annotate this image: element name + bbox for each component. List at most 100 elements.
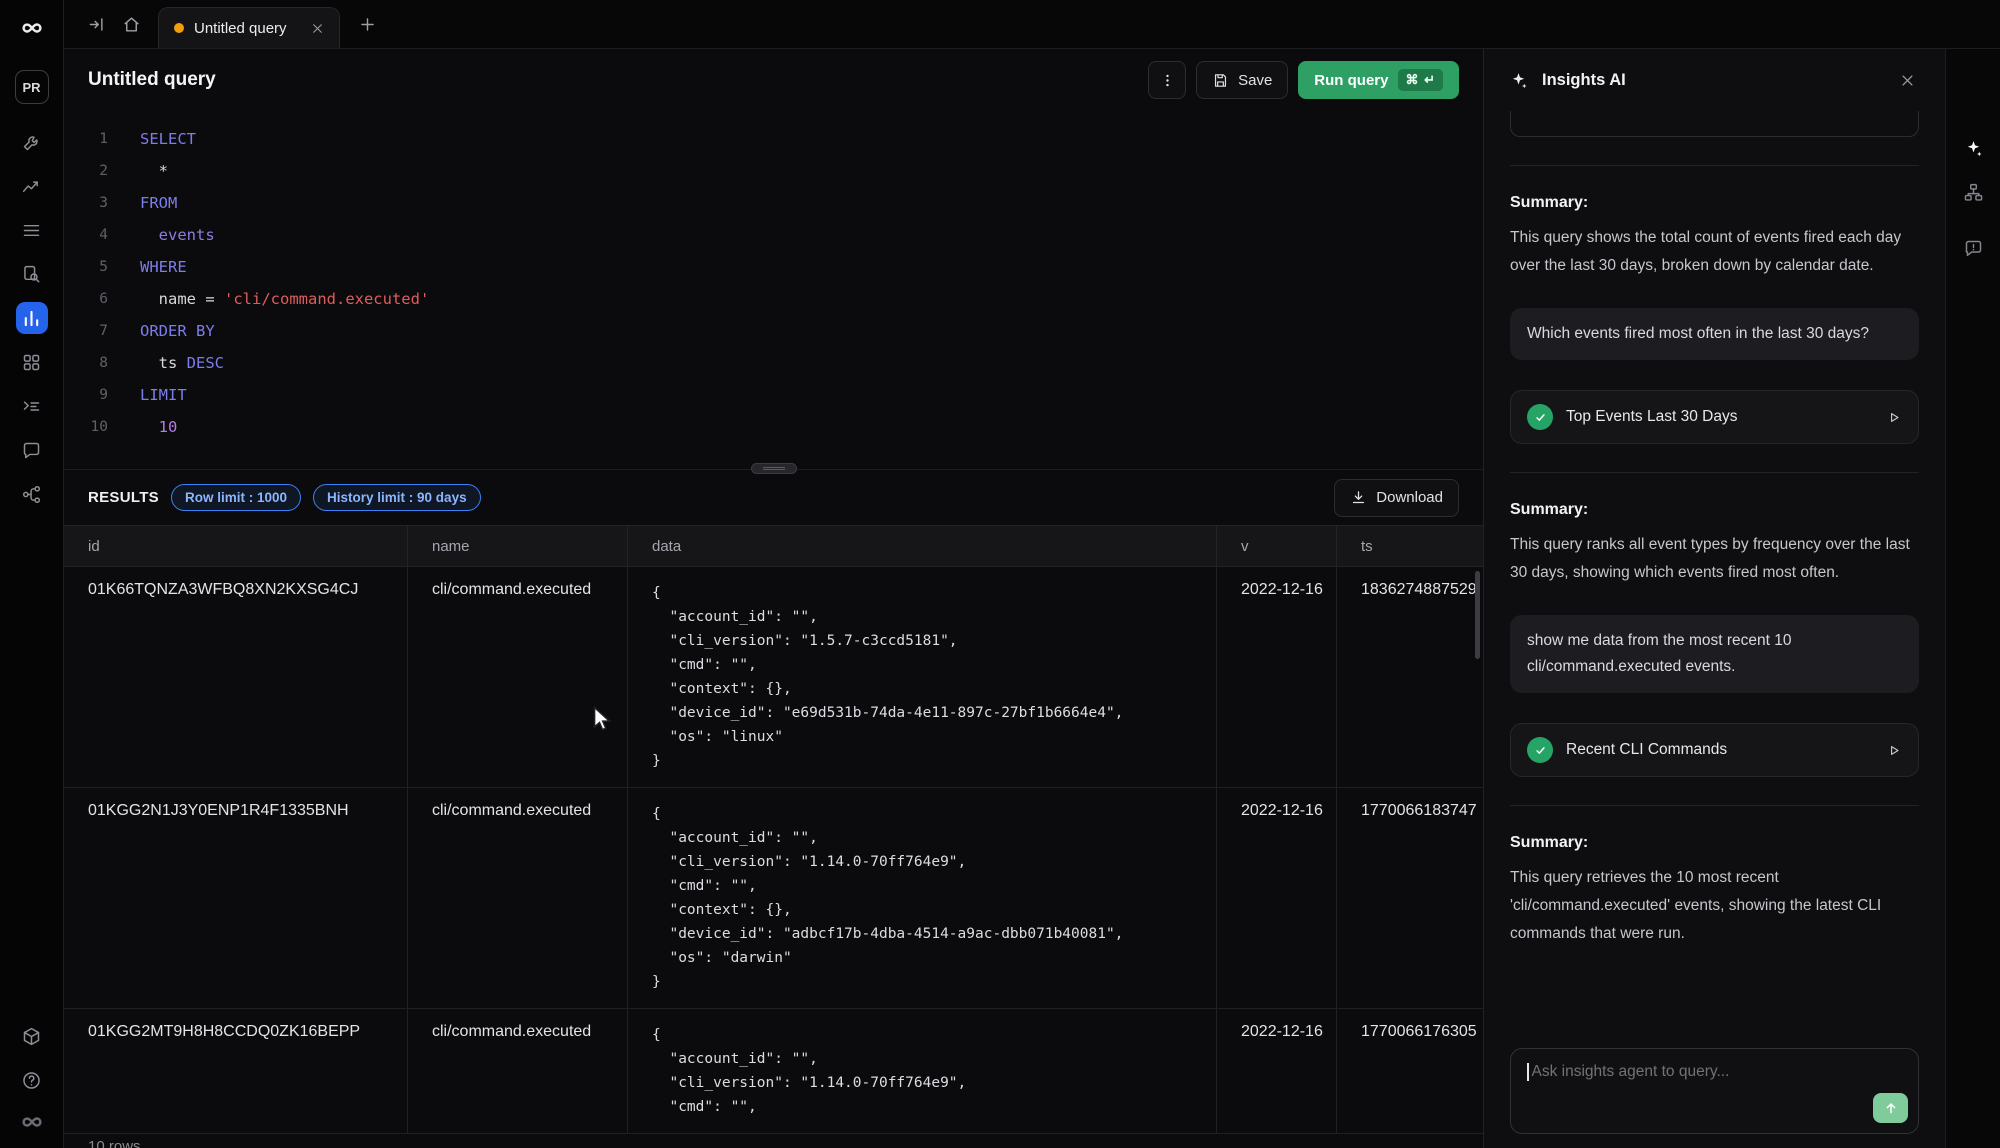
new-tab-icon[interactable] [350, 7, 384, 41]
more-options-button[interactable] [1148, 61, 1186, 99]
grid-icon[interactable] [16, 346, 48, 378]
code-line: 4 events [64, 219, 1483, 251]
tab-close-icon[interactable] [307, 18, 327, 38]
cell-name: cli/command.executed [408, 567, 628, 787]
table-row[interactable]: 01KGG2N1J3Y0ENP1R4F1335BNHcli/command.ex… [64, 788, 1483, 1009]
query-header: Untitled query Save Run query ⌘ ↵ [64, 49, 1483, 111]
workspace-badge[interactable]: PR [15, 70, 49, 104]
code-text: WHERE [108, 258, 187, 276]
footer-logo-icon [15, 1106, 49, 1138]
row-count: 10 rows [88, 1138, 141, 1148]
cell-data: { "account_id": "", "cli_version": "1.14… [628, 1009, 1217, 1133]
close-panel-icon[interactable] [1893, 66, 1921, 94]
column-header-id[interactable]: id [64, 526, 408, 566]
summary-text: This query retrieves the 10 most recent … [1510, 864, 1919, 948]
results-label: RESULTS [88, 489, 159, 506]
code-text: events [108, 226, 215, 244]
line-number: 8 [64, 355, 108, 371]
column-header-name[interactable]: name [408, 526, 628, 566]
code-line: 8 ts DESC [64, 347, 1483, 379]
line-number: 3 [64, 195, 108, 211]
save-icon [1212, 72, 1229, 89]
row-limit-badge[interactable]: Row limit : 1000 [171, 484, 301, 511]
help-icon[interactable] [16, 1064, 48, 1096]
section-divider [1510, 805, 1919, 806]
file-search-icon[interactable] [16, 258, 48, 290]
workflow-icon[interactable] [16, 478, 48, 510]
input-placeholder: Ask insights agent to query... [1532, 1063, 1730, 1080]
query-result-card[interactable]: Top Events Last 30 Days [1510, 390, 1919, 444]
play-icon[interactable] [1885, 409, 1902, 426]
resize-handle[interactable] [751, 463, 797, 474]
insights-header: Insights AI [1484, 49, 1945, 111]
table-row[interactable]: 01KGG2MT9H8H8CCDQ0ZK16BEPPcli/command.ex… [64, 1009, 1483, 1134]
line-number: 9 [64, 387, 108, 403]
section-divider [1510, 165, 1919, 166]
cell-v: 2022-12-16 [1217, 788, 1337, 1008]
card-label: Top Events Last 30 Days [1566, 408, 1737, 426]
cell-ts: 1770066176305 [1337, 1009, 1483, 1133]
tool-icon[interactable] [16, 126, 48, 158]
save-button[interactable]: Save [1196, 61, 1288, 99]
code-line: 9LIMIT [64, 379, 1483, 411]
trend-icon[interactable] [16, 170, 48, 202]
query-result-card[interactable]: Recent CLI Commands [1510, 723, 1919, 777]
tree-icon[interactable] [1958, 177, 1988, 207]
history-limit-badge[interactable]: History limit : 90 days [313, 484, 481, 511]
summary-heading: Summary: [1510, 194, 1919, 212]
user-message: show me data from the most recent 10 cli… [1510, 615, 1919, 693]
code-line: 7ORDER BY [64, 315, 1483, 347]
cell-ts: 1770066183747 [1337, 788, 1483, 1008]
message-alert-icon[interactable] [1958, 233, 1988, 263]
right-icon-strip [1945, 49, 2000, 1148]
download-button[interactable]: Download [1334, 479, 1459, 517]
insights-input[interactable]: Ask insights agent to query... [1510, 1048, 1919, 1134]
insights-title: Insights AI [1542, 71, 1626, 90]
summary-heading: Summary: [1510, 501, 1919, 519]
chat-icon[interactable] [16, 434, 48, 466]
code-text: * [108, 162, 168, 180]
toggle-sidebar-icon[interactable] [80, 7, 114, 41]
sql-editor[interactable]: 1SELECT2 *3FROM4 events5WHERE6 name = 'c… [64, 111, 1483, 469]
user-message: Which events fired most often in the las… [1510, 308, 1919, 360]
terminal-icon[interactable] [16, 390, 48, 422]
line-number: 4 [64, 227, 108, 243]
cell-data: { "account_id": "", "cli_version": "1.5.… [628, 567, 1217, 787]
code-text: LIMIT [108, 386, 187, 404]
play-icon[interactable] [1885, 742, 1902, 759]
sparkles-icon[interactable] [1958, 133, 1988, 163]
code-line: 1SELECT [64, 123, 1483, 155]
run-query-button[interactable]: Run query ⌘ ↵ [1298, 61, 1459, 99]
cell-id: 01K66TQNZA3WFBQ8XN2KXSG4CJ [64, 567, 408, 787]
rows-icon[interactable] [16, 214, 48, 246]
tab-bar: Untitled query [64, 0, 2000, 49]
code-line: 3FROM [64, 187, 1483, 219]
cell-name: cli/command.executed [408, 1009, 628, 1133]
code-text: 10 [108, 418, 177, 436]
home-icon[interactable] [114, 7, 148, 41]
app-logo-icon[interactable] [15, 12, 49, 44]
scrolled-query-card[interactable] [1510, 111, 1919, 137]
run-shortcut-badge: ⌘ ↵ [1398, 69, 1443, 91]
left-sidebar: PR [0, 0, 64, 1148]
column-header-data[interactable]: data [628, 526, 1217, 566]
tab-title: Untitled query [194, 20, 297, 37]
code-line: 2 * [64, 155, 1483, 187]
code-line: 5WHERE [64, 251, 1483, 283]
table-scrollbar[interactable] [1475, 571, 1480, 659]
table-row[interactable]: 01K66TQNZA3WFBQ8XN2KXSG4CJcli/command.ex… [64, 567, 1483, 788]
line-number: 5 [64, 259, 108, 275]
code-text: ORDER BY [108, 322, 215, 340]
cell-v: 2022-12-16 [1217, 1009, 1337, 1133]
results-bar: RESULTS Row limit : 1000 History limit :… [64, 469, 1483, 525]
cell-data: { "account_id": "", "cli_version": "1.14… [628, 788, 1217, 1008]
box-icon[interactable] [16, 1020, 48, 1052]
bar-chart-icon[interactable] [16, 302, 48, 334]
column-header-v[interactable]: v [1217, 526, 1337, 566]
cell-id: 01KGG2MT9H8H8CCDQ0ZK16BEPP [64, 1009, 408, 1133]
cell-ts: 1836274887529 [1337, 567, 1483, 787]
column-header-ts[interactable]: ts [1337, 526, 1483, 566]
tab-untitled-query[interactable]: Untitled query [158, 7, 340, 48]
code-text: ts DESC [108, 354, 224, 372]
send-button[interactable] [1873, 1093, 1908, 1123]
